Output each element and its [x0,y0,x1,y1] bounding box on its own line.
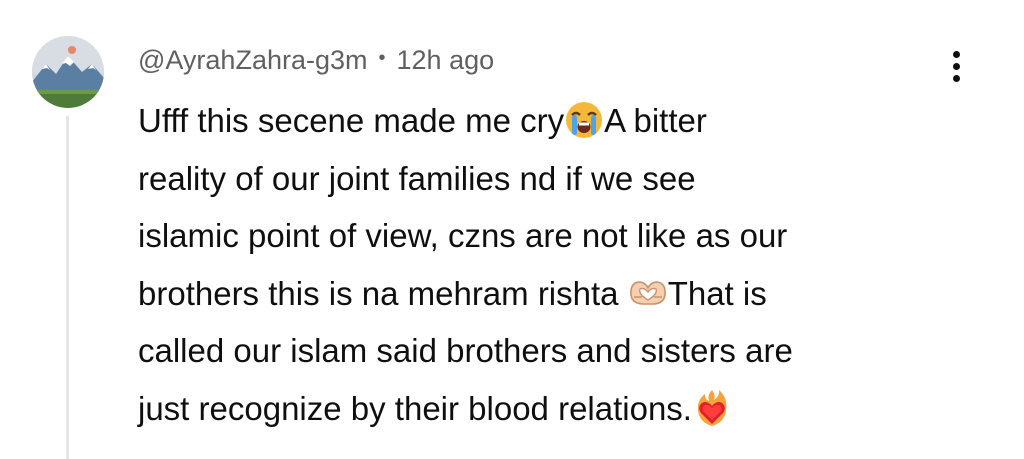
comment-meta: @AyrahZahra-g3m • 12h ago [138,40,494,80]
heart-on-fire-icon [692,388,732,428]
avatar[interactable] [32,36,104,108]
heart-hands-icon [628,273,668,313]
author-handle[interactable]: @AyrahZahra-g3m [138,45,368,76]
comment-line: Ufff this secene made me cry A bitter [138,92,958,150]
comment-text: brothers this is na mehram rishta [138,274,628,312]
comment-timestamp[interactable]: 12h ago [397,45,495,76]
meta-separator: • [378,46,386,69]
comment-line: just recognize by their blood relations. [138,380,958,438]
menu-dot [952,62,960,70]
menu-dot [952,74,960,82]
comment-line: islamic point of view, czns are not like… [138,217,788,255]
comment-text: That is [667,274,767,312]
comment-text: just recognize by their blood relations. [138,389,692,427]
comment-text: A bitter [604,102,707,139]
comment: @AyrahZahra-g3m • 12h ago Ufff this sece… [0,0,1024,459]
comment-body: Ufff this secene made me cry A bitter re… [138,92,958,438]
thread-line [66,116,69,459]
more-options-button[interactable] [938,44,974,88]
comment-line: brothers this is na mehram rishta That i… [138,265,958,323]
comment-text: Ufff this secene made me cry [138,102,565,139]
loudly-crying-face-icon [564,100,604,140]
comment-line: reality of our joint families nd if we s… [138,159,696,197]
menu-dot [952,50,960,58]
mountain-avatar-icon [32,36,104,108]
comment-line: called our islam said brothers and siste… [138,332,793,370]
